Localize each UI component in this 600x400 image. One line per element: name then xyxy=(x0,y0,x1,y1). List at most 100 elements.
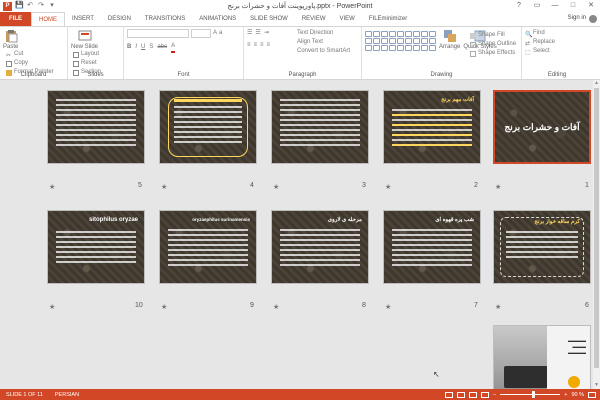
shape-fill-icon xyxy=(470,32,476,39)
tab-home[interactable]: HOME xyxy=(31,12,65,26)
ribbon-tabs: FILE HOME INSERT DESIGN TRANSITIONS ANIM… xyxy=(0,12,600,26)
tab-design[interactable]: DESIGN xyxy=(101,12,138,26)
tab-animations[interactable]: ANIMATIONS xyxy=(192,12,243,26)
slide-thumbnail-11[interactable]: ▬▬▬▬ ▬▬▬ ▬▬▬▬ xyxy=(493,325,591,399)
slide-thumbnail-10[interactable]: sitophilus oryzae xyxy=(47,210,145,284)
bullets-icon[interactable]: ☰ xyxy=(247,29,252,38)
layout-icon xyxy=(73,51,79,58)
font-name-combo[interactable] xyxy=(127,29,189,38)
tab-slide-show[interactable]: SLIDE SHOW xyxy=(243,12,295,26)
grow-font-icon[interactable]: A xyxy=(213,29,217,38)
align-text-button[interactable]: Align Text xyxy=(297,38,350,47)
slide-thumbnail-3[interactable] xyxy=(271,90,369,164)
slide-title: شب پره قهوه ای xyxy=(435,217,474,223)
font-size-combo[interactable] xyxy=(191,29,211,38)
slide-title: sitophilus oryzae xyxy=(88,217,138,223)
slide-text-lines xyxy=(392,229,472,275)
numbering-icon[interactable]: ☰ xyxy=(255,29,260,38)
tab-transitions[interactable]: TRANSITIONS xyxy=(138,12,192,26)
transition-star-icon: ★ xyxy=(385,184,392,191)
scroll-down-icon[interactable]: ▼ xyxy=(593,382,600,389)
slide-thumbnail-1[interactable]: آفات و حشرات برنج xyxy=(493,90,591,164)
slide-thumbnail-8[interactable]: مرحله ی لاروی xyxy=(271,210,369,284)
zoom-in-icon[interactable]: + xyxy=(564,392,567,398)
maximize-button[interactable]: □ xyxy=(564,0,582,12)
shape-fill-button[interactable]: Shape Fill xyxy=(470,31,516,40)
tab-file[interactable]: FILE xyxy=(0,12,31,26)
layout-button[interactable]: Layout xyxy=(73,50,101,59)
replace-button[interactable]: ⇄ Replace xyxy=(525,38,589,47)
shape-effects-button[interactable]: Shape Effects xyxy=(470,49,516,58)
zoom-level[interactable]: 90 % xyxy=(571,392,584,398)
reading-view-icon[interactable] xyxy=(469,391,478,398)
slide-text-lines xyxy=(168,229,248,275)
shrink-font-icon[interactable]: a xyxy=(219,29,222,38)
paste-button[interactable]: Paste xyxy=(3,29,18,50)
arrange-button[interactable]: Arrange xyxy=(439,29,460,51)
normal-view-icon[interactable] xyxy=(445,391,454,398)
drawing-group: Arrange Quick Styles Shape Fill Shape Ou… xyxy=(362,27,522,79)
language-status[interactable]: PERSIAN xyxy=(49,392,85,398)
copy-label: Copy xyxy=(14,60,29,66)
align-right-icon[interactable]: ≡ xyxy=(260,41,264,50)
zoom-slider-knob[interactable] xyxy=(531,391,535,398)
tab-review[interactable]: REVIEW xyxy=(295,12,333,26)
clipboard-group: Paste ✂ Cut Copy Format Painter Clipboard xyxy=(0,27,68,79)
indent-icon[interactable]: ⇥ xyxy=(264,29,269,38)
slide-number: 3 xyxy=(362,182,366,189)
ribbon-display-button[interactable]: ▭ xyxy=(528,0,546,12)
slide-thumbnail-5[interactable] xyxy=(47,90,145,164)
find-button[interactable]: 🔍 Find xyxy=(525,29,589,38)
sign-in-link[interactable]: Sign in xyxy=(568,15,586,21)
status-right: − + 90 % xyxy=(445,389,596,400)
slide-thumbnail-2[interactable]: آفات مهم برنج xyxy=(383,90,481,164)
shape-outline-button[interactable]: Shape Outline xyxy=(470,40,516,49)
zoom-slider[interactable] xyxy=(500,391,561,398)
select-button[interactable]: ⬚ Select xyxy=(525,47,589,56)
close-button[interactable]: ✕ xyxy=(582,0,600,12)
copy-button[interactable]: Copy xyxy=(6,59,54,68)
slide-thumbnail-7[interactable]: شب پره قهوه ای xyxy=(383,210,481,284)
justify-icon[interactable]: ≡ xyxy=(267,41,271,50)
underline-button[interactable]: U xyxy=(141,42,145,53)
scroll-thumb[interactable] xyxy=(594,88,599,368)
shadow-button[interactable]: S xyxy=(149,42,153,53)
shapes-gallery[interactable] xyxy=(365,31,436,51)
align-left-icon[interactable]: ≡ xyxy=(247,41,251,50)
cut-button[interactable]: ✂ Cut xyxy=(6,50,54,59)
transition-star-icon: ★ xyxy=(161,184,168,191)
slides-group: New Slide Layout Reset Section Slides xyxy=(68,27,124,79)
slide-sorter-view-icon[interactable] xyxy=(457,391,466,398)
slide-thumbnail-6[interactable]: کرم ساقه خوار برنج xyxy=(493,210,591,284)
slide-thumbnail-9[interactable]: oryzaephilus surinamensis xyxy=(159,210,257,284)
vertical-scrollbar[interactable]: ▲ ▼ xyxy=(593,80,600,389)
convert-smartart-label: Convert to SmartArt xyxy=(297,48,351,54)
fit-to-window-icon[interactable] xyxy=(588,391,596,398)
scroll-up-icon[interactable]: ▲ xyxy=(593,80,600,87)
laptop-image xyxy=(504,366,548,388)
copy-icon xyxy=(6,60,12,67)
slide-number: 1 xyxy=(585,182,589,189)
minimize-button[interactable]: — xyxy=(546,0,564,12)
font-group-label: Font xyxy=(177,72,190,78)
text-direction-button[interactable]: Text Direction xyxy=(297,29,350,38)
slide-thumbnail-4[interactable] xyxy=(159,90,257,164)
transition-star-icon: ★ xyxy=(273,184,280,191)
convert-smartart-button[interactable]: Convert to SmartArt xyxy=(297,47,350,56)
font-color-icon[interactable]: A xyxy=(171,42,176,53)
bold-button[interactable]: B xyxy=(127,42,131,53)
tab-insert[interactable]: INSERT xyxy=(65,12,101,26)
italic-button[interactable]: I xyxy=(135,42,137,53)
reset-button[interactable]: Reset xyxy=(73,59,101,68)
strikethrough-button[interactable]: abc xyxy=(157,42,167,53)
avatar[interactable] xyxy=(589,15,597,23)
zoom-out-icon[interactable]: − xyxy=(493,392,496,398)
slideshow-view-icon[interactable] xyxy=(481,391,490,398)
tab-fileminimizer[interactable]: FILEminimizer xyxy=(362,12,414,26)
align-center-icon[interactable]: ≡ xyxy=(254,41,258,50)
status-bar: SLIDE 1 OF 11 PERSIAN − + 90 % xyxy=(0,389,600,400)
tab-view[interactable]: VIEW xyxy=(333,12,362,26)
help-button[interactable]: ? xyxy=(510,0,528,12)
new-slide-button[interactable]: New Slide xyxy=(71,29,98,50)
slide-title: مرحله ی لاروی xyxy=(327,217,362,223)
